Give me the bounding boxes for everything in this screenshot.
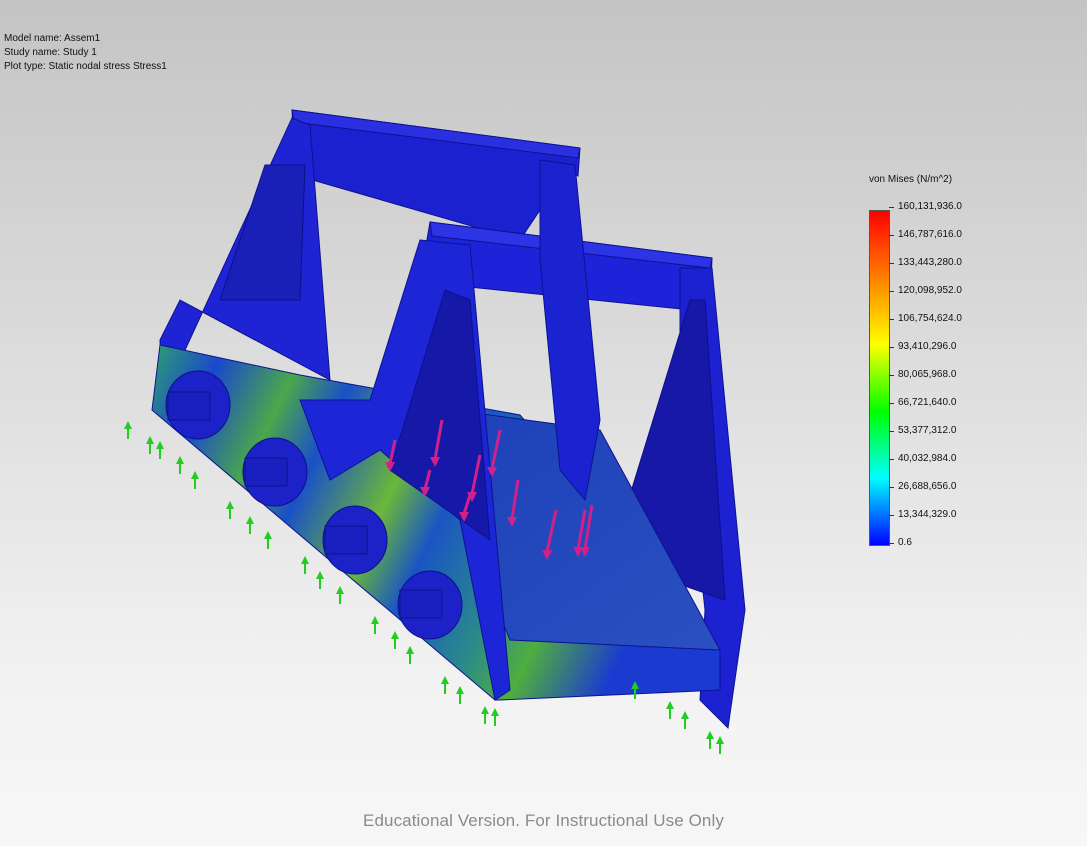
legend-tick-label: 120,098,952.0 — [898, 285, 962, 296]
fixture-arrow — [456, 686, 464, 704]
legend-tick-mark — [889, 543, 894, 544]
legend-tick-mark — [889, 487, 894, 488]
legend-tick-label: 106,754,624.0 — [898, 313, 962, 324]
legend-tick-label: 93,410,296.0 — [898, 341, 957, 352]
legend-tick-mark — [889, 431, 894, 432]
fixture-arrow — [406, 646, 414, 664]
fixture-arrow — [336, 586, 344, 604]
legend-tick-label: 0.6 — [898, 537, 912, 548]
legend-tick-mark — [889, 515, 894, 516]
legend-tick-mark — [889, 375, 894, 376]
fixture-arrow — [264, 531, 272, 549]
legend-tick-label: 13,344,329.0 — [898, 509, 957, 520]
legend-tick-label: 40,032,984.0 — [898, 453, 957, 464]
fixture-arrow — [666, 701, 674, 719]
von-mises-colorbar — [869, 210, 890, 546]
legend-tick-mark — [889, 319, 894, 320]
bolt-4 — [397, 570, 463, 640]
legend-tick-label: 133,443,280.0 — [898, 257, 962, 268]
fixture-arrow — [706, 731, 714, 749]
fixture-arrow — [191, 471, 199, 489]
fixture-arrow — [681, 711, 689, 729]
fixture-arrow — [716, 736, 724, 754]
frame-assembly — [151, 109, 746, 730]
legend-tick-mark — [889, 347, 894, 348]
legend-tick-mark — [889, 207, 894, 208]
fixture-arrow — [316, 571, 324, 589]
legend-tick-mark — [889, 263, 894, 264]
legend-tick-label: 80,065,968.0 — [898, 369, 957, 380]
legend-title: von Mises (N/m^2) — [869, 174, 953, 185]
bolt-3 — [322, 505, 388, 575]
bolt-1 — [165, 370, 231, 440]
legend-tick-mark — [889, 403, 894, 404]
fixture-arrow — [391, 631, 399, 649]
fixture-arrow — [176, 456, 184, 474]
legend-tick-label: 66,721,640.0 — [898, 397, 957, 408]
fixture-arrow — [301, 556, 309, 574]
fixture-arrow — [226, 501, 234, 519]
fixture-arrow — [146, 436, 154, 454]
fixture-arrow — [491, 708, 499, 726]
fixture-arrow — [124, 421, 132, 439]
legend-tick-label: 160,131,936.0 — [898, 201, 962, 212]
fea-model-viewport[interactable] — [0, 0, 1087, 846]
fixture-arrow — [156, 441, 164, 459]
educational-watermark: Educational Version. For Instructional U… — [363, 811, 724, 830]
legend-tick-mark — [889, 235, 894, 236]
bolt-2 — [242, 437, 308, 507]
left-plate-cutout — [219, 164, 306, 301]
legend-tick-mark — [889, 291, 894, 292]
fixture-arrow — [371, 616, 379, 634]
fixture-arrow — [441, 676, 449, 694]
legend-tick-mark — [889, 459, 894, 460]
legend-tick-label: 26,688,656.0 — [898, 481, 957, 492]
fixture-arrow — [246, 516, 254, 534]
legend-tick-label: 53,377,312.0 — [898, 425, 957, 436]
legend-tick-label: 146,787,616.0 — [898, 229, 962, 240]
fixture-arrow — [481, 706, 489, 724]
